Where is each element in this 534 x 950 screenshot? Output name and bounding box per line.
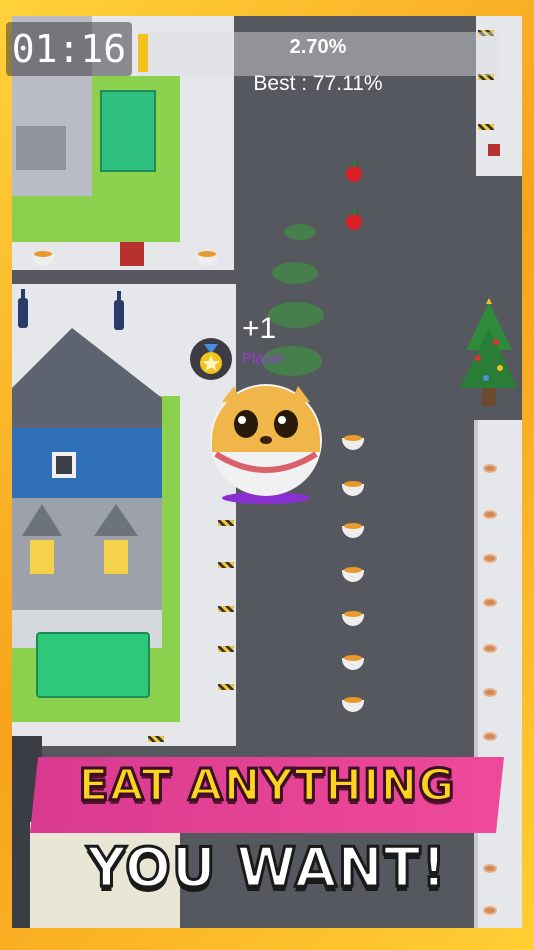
hazard-mark	[148, 736, 164, 742]
medal-icon	[200, 344, 222, 374]
hazard-mark	[218, 606, 234, 612]
bowl-food	[342, 611, 364, 626]
player-character	[208, 382, 324, 504]
gift-box-small	[488, 144, 500, 156]
bowl-food	[342, 481, 364, 496]
trail-mark	[284, 224, 316, 240]
progress-percent: 2.70%	[289, 36, 347, 58]
donut-food	[483, 554, 497, 563]
bowl-food	[342, 435, 364, 450]
hazard-mark	[478, 124, 494, 130]
blue-house	[12, 328, 162, 648]
apple-food	[346, 161, 362, 182]
donut-food	[483, 510, 497, 519]
bottle-food	[18, 289, 28, 328]
timer-panel: 01:16	[6, 22, 132, 76]
trail-mark	[268, 302, 324, 328]
banner-line1: EAT ANYTHING	[77, 759, 456, 813]
hazard-mark	[218, 520, 234, 526]
donut-food	[483, 732, 497, 741]
apple-food	[346, 209, 362, 230]
hazard-mark	[218, 646, 234, 652]
bowl-food	[342, 523, 364, 538]
donut-food	[483, 598, 497, 607]
christmas-tree	[456, 298, 522, 416]
banner-line2: YOU WANT!	[85, 835, 448, 901]
player-rank-badge	[190, 338, 232, 380]
donut-food	[483, 644, 497, 653]
best-score: Best : 77.11%	[253, 72, 383, 95]
score-popup: +1	[242, 312, 277, 345]
hazard-mark	[218, 684, 234, 690]
timer-text: 01:16	[11, 27, 127, 71]
donut-food	[483, 464, 497, 473]
donut-food	[483, 688, 497, 697]
bowl-food	[342, 567, 364, 582]
gift-box	[120, 242, 144, 266]
house-porch	[16, 126, 66, 170]
bowl-food	[342, 697, 364, 712]
bottle-food	[114, 291, 124, 330]
donut-food	[483, 906, 497, 915]
green-car	[36, 632, 150, 698]
player-name: Player	[242, 350, 285, 367]
green-truck	[100, 90, 156, 172]
hazard-mark	[218, 562, 234, 568]
bowl-food	[342, 655, 364, 670]
trail-mark	[272, 262, 318, 284]
